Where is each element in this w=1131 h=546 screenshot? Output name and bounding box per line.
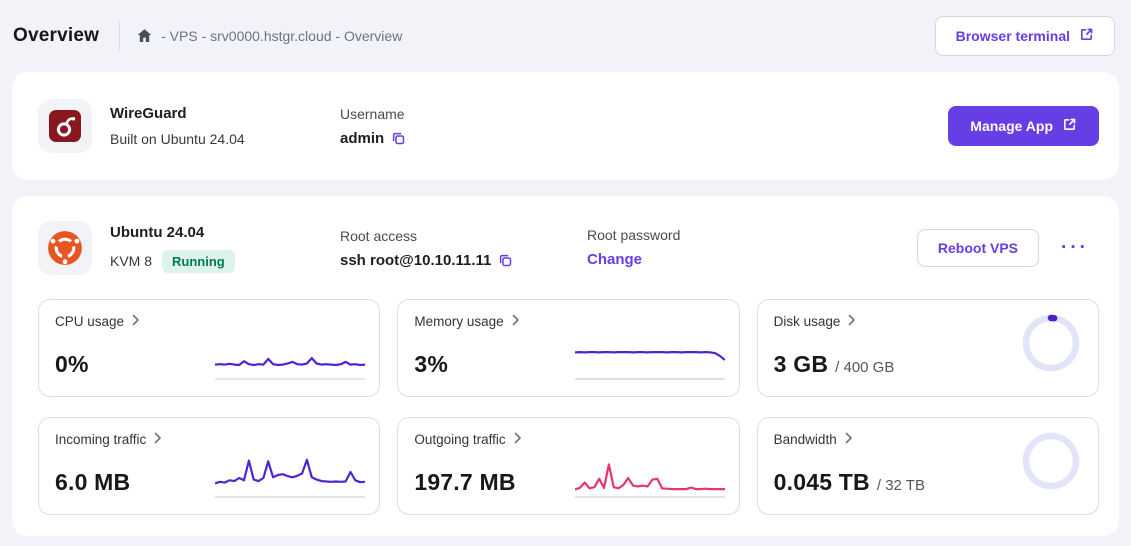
change-password-link[interactable]: Change xyxy=(587,251,642,268)
app-card: WireGuard Built on Ubuntu 24.04 Username… xyxy=(12,72,1119,180)
metric-tile-outgoing-traffic[interactable]: Outgoing traffic 197.7 MB xyxy=(397,417,740,515)
tile-value: 0.045 TB xyxy=(773,469,870,495)
breadcrumb[interactable]: - VPS - srv0000.hstgr.cloud - Overview xyxy=(136,28,402,44)
ubuntu-logo xyxy=(38,221,92,275)
top-bar: Overview - VPS - srv0000.hstgr.cloud - O… xyxy=(0,0,1131,72)
sparkline-incoming-traffic xyxy=(215,458,366,498)
root-access-value: ssh root@10.10.11.11 xyxy=(340,251,492,269)
external-link-icon xyxy=(1062,117,1077,135)
app-name: WireGuard xyxy=(110,105,187,122)
metric-tile-memory-usage[interactable]: Memory usage 3% xyxy=(397,299,740,397)
tile-value: 197.7 MB xyxy=(414,469,516,495)
chevron-right-icon xyxy=(845,432,853,447)
sparkline-memory-usage xyxy=(574,351,725,380)
root-password-label: Root password xyxy=(587,227,681,243)
metric-tile-disk-usage[interactable]: Disk usage 3 GB / 400 GB xyxy=(756,299,1099,397)
manage-app-label: Manage App xyxy=(970,118,1053,134)
tile-label: Disk usage xyxy=(773,314,841,329)
manage-app-button[interactable]: Manage App xyxy=(948,106,1099,146)
chevron-right-icon xyxy=(848,314,856,329)
username-label: Username xyxy=(340,105,405,122)
tile-suffix: / 32 TB xyxy=(876,477,925,494)
wireguard-logo xyxy=(38,99,92,153)
browser-terminal-label: Browser terminal xyxy=(955,28,1070,44)
chevron-right-icon xyxy=(514,432,522,447)
status-badge: Running xyxy=(162,249,235,273)
browser-terminal-button[interactable]: Browser terminal xyxy=(934,16,1115,56)
reboot-vps-button[interactable]: Reboot VPS xyxy=(916,229,1040,267)
copy-ssh-icon[interactable] xyxy=(498,253,513,268)
tile-suffix: / 400 GB xyxy=(835,359,895,376)
copy-username-icon[interactable] xyxy=(391,131,406,146)
chevron-right-icon xyxy=(154,432,162,447)
reboot-vps-label: Reboot VPS xyxy=(937,240,1019,256)
tile-label: Bandwidth xyxy=(773,432,837,447)
plan-name: KVM 8 xyxy=(110,253,153,269)
breadcrumb-text: - VPS - srv0000.hstgr.cloud - Overview xyxy=(161,28,403,44)
tile-value: 3% xyxy=(414,351,448,377)
page-title: Overview xyxy=(13,25,100,46)
tile-label: Memory usage xyxy=(414,314,504,329)
tile-label: Outgoing traffic xyxy=(414,432,506,447)
donut-bandwidth xyxy=(1022,432,1080,490)
vps-card: Ubuntu 24.04 KVM 8 Running Root access s… xyxy=(12,196,1119,536)
metric-tile-bandwidth[interactable]: Bandwidth 0.045 TB / 32 TB xyxy=(756,417,1099,515)
tile-value: 6.0 MB xyxy=(55,469,131,495)
metric-tile-cpu-usage[interactable]: CPU usage 0% xyxy=(38,299,381,397)
tile-value: 3 GB xyxy=(773,351,829,377)
metric-tile-incoming-traffic[interactable]: Incoming traffic 6.0 MB xyxy=(38,417,381,515)
metric-tiles: CPU usage 0% Memory usage 3% Disk usage xyxy=(38,299,1099,515)
tile-label: Incoming traffic xyxy=(55,432,147,447)
donut-disk-usage xyxy=(1022,314,1080,372)
sparkline-outgoing-traffic xyxy=(574,463,725,498)
chevron-right-icon xyxy=(132,314,140,329)
header-divider xyxy=(119,21,121,51)
more-options-button[interactable]: ··· xyxy=(1057,231,1093,265)
sparkline-cpu-usage xyxy=(215,357,366,380)
root-access-label: Root access xyxy=(340,227,418,244)
home-icon[interactable] xyxy=(136,28,153,44)
username-value: admin xyxy=(340,129,385,147)
tile-label: CPU usage xyxy=(55,314,125,329)
os-name: Ubuntu 24.04 xyxy=(110,223,205,241)
app-subtitle: Built on Ubuntu 24.04 xyxy=(110,131,245,147)
tile-value: 0% xyxy=(55,351,89,377)
chevron-right-icon xyxy=(512,314,520,329)
external-link-icon xyxy=(1079,27,1094,45)
